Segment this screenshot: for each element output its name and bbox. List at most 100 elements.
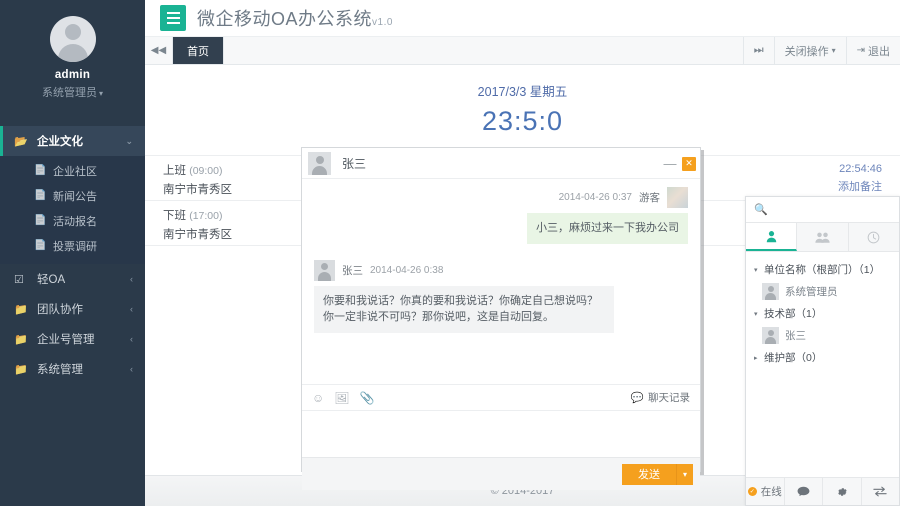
chevron-left-icon: ‹ [130, 364, 133, 374]
person-avatar-icon [762, 283, 779, 300]
chat-message-incoming: 张三 2014-04-26 0:38 你要和我说话？你真的要和我说话？你确定自己… [314, 259, 688, 333]
sidebar-item-enterprise-community[interactable]: 📄 企业社区 [0, 158, 145, 183]
chat-bubble-button[interactable] [785, 478, 823, 505]
send-options-caret-icon[interactable]: ▾ [676, 463, 693, 485]
hamburger-icon[interactable] [160, 5, 186, 31]
sidebar-profile[interactable]: admin 系统管理员 ▾ [0, 0, 145, 114]
clock-widget: 2017/3/3 星期五 23:5:0 [145, 65, 900, 137]
attendance-scheduled-time: (17:00) [189, 210, 223, 222]
chat-message-sender: 游客 [639, 192, 660, 204]
status-label: 在线 [760, 486, 782, 498]
contact-search-input[interactable] [772, 203, 891, 216]
close-operations-button[interactable]: 关闭操作 ▾ [773, 37, 846, 64]
folder-open-icon: 📂 [14, 135, 28, 148]
chat-message-time: 2014-04-26 0:38 [370, 264, 444, 276]
tab-home[interactable]: 首页 [173, 37, 224, 64]
switch-button[interactable] [862, 478, 900, 505]
sidebar-group-team-collaboration[interactable]: 📁 团队协作 ‹ [0, 294, 145, 324]
sidebar-group-system-management[interactable]: 📁 系统管理 ‹ [0, 354, 145, 384]
sender-avatar-icon [314, 259, 335, 281]
contact-avatar-icon [308, 151, 331, 175]
chevron-left-icon: ‹ [130, 304, 133, 314]
chat-message-meta: 2014-04-26 0:37 游客 [314, 187, 688, 208]
contact-dept-tech[interactable]: ▾ 技术部（1） [746, 302, 899, 325]
chat-window: 张三 — ✕ 2014-04-26 0:37 游客 小三，麻烦过来一下我办公司 … [301, 147, 701, 490]
contact-dept-label: 单位名称（根部门）（1） [764, 264, 881, 276]
triangle-down-icon: ▾ [754, 266, 758, 274]
person-avatar-icon [762, 327, 779, 344]
caret-down-icon: ▾ [98, 89, 103, 98]
sidebar-menu: 📂 企业文化 ⌄ 📄 企业社区 📄 新闻公告 📄 活动报名 📄 投票调研 ☑ 轻… [0, 126, 145, 384]
sidebar-item-vote-survey[interactable]: 📄 投票调研 [0, 233, 145, 258]
chat-message-meta: 张三 2014-04-26 0:38 [314, 259, 688, 281]
sidebar-item-label: 投票调研 [53, 240, 97, 253]
app-title: 微企移动OA办公系统v1.0 [197, 5, 393, 31]
group-icon [815, 232, 830, 243]
chat-history-button[interactable]: 💬 聊天记录 [631, 390, 690, 405]
minimize-icon[interactable]: — [663, 156, 677, 171]
emoji-icon[interactable]: ☺ [312, 392, 324, 404]
top-bar: 微企移动OA办公系统v1.0 [145, 0, 900, 37]
file-icon: 📄 [34, 165, 47, 176]
caret-down-icon: ▾ [831, 46, 836, 55]
attendance-stamp: 22:54:46 [839, 163, 882, 175]
gear-icon [837, 487, 847, 496]
chat-input[interactable] [302, 411, 700, 457]
tabs-collapse-left-icon[interactable]: ◀◀ [145, 37, 173, 64]
contact-dept-root[interactable]: ▾ 单位名称（根部门）（1） [746, 258, 899, 281]
send-button[interactable]: 发送 [622, 463, 676, 485]
contact-search-bar: 🔍 [746, 197, 899, 223]
contact-person-name: 张三 [785, 330, 806, 342]
attendance-scheduled-time: (09:00) [189, 165, 223, 177]
file-icon: 📄 [34, 190, 47, 201]
sidebar-item-news-announcements[interactable]: 📄 新闻公告 [0, 183, 145, 208]
paperclip-icon[interactable]: 📎 [360, 392, 375, 404]
sidebar-group-label: 轻OA [37, 274, 66, 286]
close-icon[interactable]: ✕ [682, 156, 696, 171]
tab-groups[interactable] [797, 223, 849, 251]
attendance-right-info: 22:54:46 添加备注 [838, 163, 882, 194]
contact-panel-tabs [746, 223, 899, 252]
add-note-button[interactable]: 添加备注 [838, 178, 882, 194]
search-icon: 🔍 [754, 204, 768, 216]
profile-role-label: 系统管理员 [41, 87, 97, 99]
chat-footer: 发送 ▾ [302, 457, 700, 490]
file-icon: 📄 [34, 215, 47, 226]
profile-username: admin [54, 69, 91, 81]
sidebar-group-light-oa[interactable]: ☑ 轻OA ‹ [0, 264, 145, 294]
sidebar-group-enterprise-culture[interactable]: 📂 企业文化 ⌄ [0, 126, 145, 156]
chat-message-outgoing: 2014-04-26 0:37 游客 小三，麻烦过来一下我办公司 [314, 187, 688, 244]
contact-panel-footer: ✓ 在线 [746, 477, 899, 505]
contact-person[interactable]: 张三 [746, 325, 899, 346]
hamburger-line [166, 12, 180, 14]
chat-message-list[interactable]: 2014-04-26 0:37 游客 小三，麻烦过来一下我办公司 张三 2014… [302, 179, 700, 384]
sidebar-group-enterprise-account[interactable]: 📁 企业号管理 ‹ [0, 324, 145, 354]
sidebar-item-label: 新闻公告 [53, 190, 97, 203]
clock-icon [867, 231, 880, 243]
attendance-type: 上班 [163, 165, 186, 177]
image-icon[interactable]: 🖼 [334, 392, 349, 404]
contact-dept-maintenance[interactable]: ▸ 维护部（0） [746, 346, 899, 369]
tab-bar: ◀◀ 首页 ⏭ 关闭操作 ▾ ⇥ 退出 [145, 37, 900, 65]
hamburger-line [166, 17, 180, 19]
chat-bubble-icon [797, 486, 810, 496]
profile-role[interactable]: 系统管理员 ▾ [0, 84, 145, 100]
sidebar-group-label: 企业号管理 [37, 334, 95, 346]
logout-button[interactable]: ⇥ 退出 [845, 37, 900, 64]
tab-bar-right-actions: ⏭ 关闭操作 ▾ ⇥ 退出 [742, 37, 900, 64]
chevron-left-icon: ‹ [130, 274, 133, 284]
sidebar: admin 系统管理员 ▾ 📂 企业文化 ⌄ 📄 企业社区 📄 新闻公告 📄 活… [0, 0, 145, 506]
tab-contacts[interactable] [746, 223, 798, 251]
sidebar-group-label: 系统管理 [37, 364, 83, 376]
contact-tree: ▾ 单位名称（根部门）（1） 系统管理员 ▾ 技术部（1） 张三 ▸ 维护部（0… [746, 252, 899, 375]
tabs-scroll-right-icon[interactable]: ⏭ [742, 37, 774, 64]
chevron-left-icon: ‹ [130, 334, 133, 344]
chat-window-header[interactable]: 张三 — ✕ [302, 148, 700, 179]
tab-recent[interactable] [848, 223, 899, 251]
settings-button[interactable] [823, 478, 862, 505]
sidebar-submenu-enterprise-culture: 📄 企业社区 📄 新闻公告 📄 活动报名 📄 投票调研 [0, 156, 145, 264]
contact-person[interactable]: 系统管理员 [746, 281, 899, 302]
folder-icon: 📁 [14, 303, 28, 316]
status-button[interactable]: ✓ 在线 [746, 478, 785, 505]
sidebar-item-activity-signup[interactable]: 📄 活动报名 [0, 208, 145, 233]
